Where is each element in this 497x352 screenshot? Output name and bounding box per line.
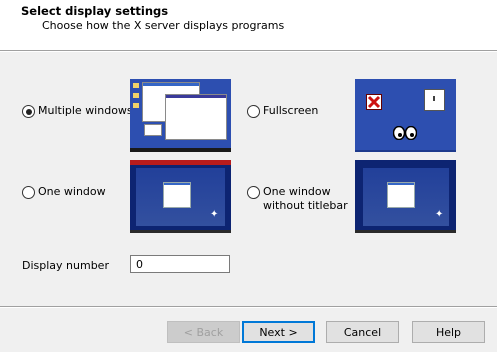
radio-button[interactable]: [22, 186, 35, 199]
sparkle-icon: ✦: [210, 209, 219, 220]
help-button[interactable]: Help: [412, 321, 485, 343]
radio-button-checked[interactable]: [22, 105, 35, 118]
radio-label: Fullscreen: [263, 104, 319, 117]
radio-label: One window without titlebar: [263, 185, 348, 212]
radio-multiple-windows[interactable]: Multiple windows: [22, 104, 133, 118]
footer-divider-highlight: [0, 307, 497, 308]
radio-fullscreen[interactable]: Fullscreen: [247, 104, 318, 118]
sparkle-icon: ✦: [435, 209, 444, 220]
preview-window: [144, 124, 162, 136]
radio-label: One window: [38, 185, 106, 198]
cancel-button[interactable]: Cancel: [326, 321, 399, 343]
radio-button[interactable]: [247, 186, 260, 199]
radio-one-window[interactable]: One window: [22, 185, 106, 199]
one-window-no-titlebar-preview: ✦: [355, 160, 456, 233]
preview-taskbar: [130, 148, 231, 152]
preview-taskbar: [355, 230, 456, 233]
fullscreen-preview: [355, 79, 456, 152]
header-divider-highlight: [0, 51, 497, 52]
radio-button[interactable]: [247, 105, 260, 118]
next-button[interactable]: Next >: [242, 321, 315, 343]
preview-window: [387, 182, 415, 208]
preview-window: [165, 94, 227, 140]
desktop-icon: [133, 83, 139, 88]
radio-label: Multiple windows: [38, 104, 133, 117]
xeyes-icon: [392, 125, 418, 143]
preview-taskbar: [355, 150, 456, 152]
multiple-windows-preview: [130, 79, 231, 152]
wizard-header: Select display settings Choose how the X…: [0, 0, 497, 50]
desktop-icon: [133, 93, 139, 98]
x-logo-icon: [366, 94, 382, 110]
page-subtitle: Choose how the X server displays program…: [42, 19, 285, 32]
clock-icon: [424, 89, 445, 111]
back-button[interactable]: < Back: [167, 321, 240, 343]
preview-window: [163, 182, 191, 208]
desktop-icon: [133, 103, 139, 108]
radio-one-window-no-titlebar[interactable]: One window without titlebar: [247, 185, 348, 213]
one-window-preview: ✦: [130, 160, 231, 233]
display-number-input[interactable]: [130, 255, 230, 273]
preview-titlebar: [130, 160, 231, 165]
display-number-label: Display number: [22, 259, 109, 272]
preview-taskbar: [130, 230, 231, 233]
page-title: Select display settings: [21, 4, 169, 18]
